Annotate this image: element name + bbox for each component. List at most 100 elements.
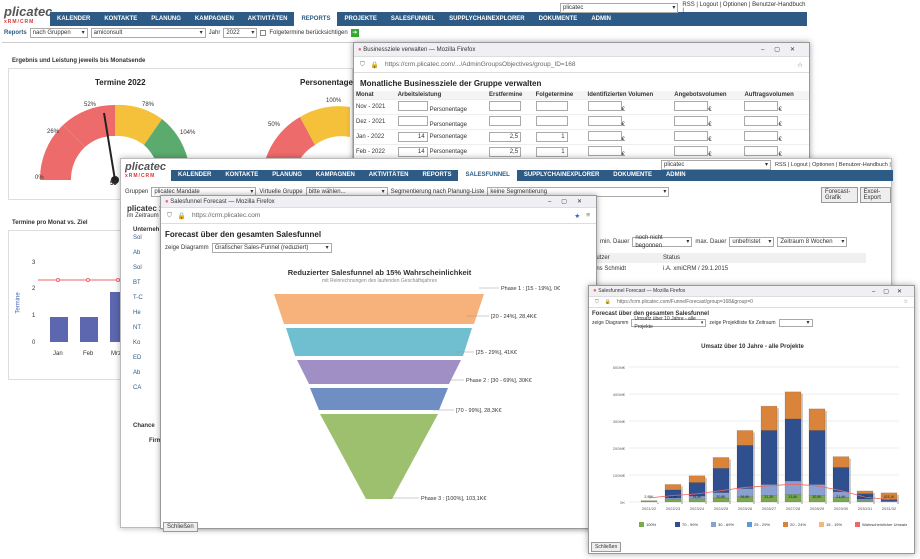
company-list-item[interactable]: Ab <box>133 370 163 385</box>
star-icon[interactable]: ★ <box>574 212 580 220</box>
nav-tab-admin[interactable]: ADMIN <box>584 12 618 26</box>
volume-input[interactable] <box>674 116 709 126</box>
diag-select[interactable]: Grafischer Sales-Funnel (reduziert) ▾ <box>211 243 332 253</box>
volume-input[interactable] <box>744 116 779 126</box>
bar-segment <box>832 456 850 468</box>
excel-export-button[interactable]: Excel-Export <box>859 187 891 203</box>
nav-tab-aktivitäten[interactable]: AKTIVITÄTEN <box>362 170 416 181</box>
url-bar[interactable]: ⛉ 🔒 https://crm.plicatec.com ★ ≡ <box>161 208 596 224</box>
volume-input[interactable] <box>674 131 709 141</box>
company-list-item[interactable]: T-C <box>133 295 163 310</box>
company-list-item[interactable]: Sol <box>133 235 163 250</box>
termine-input[interactable] <box>535 116 568 126</box>
client-select[interactable]: amiconsult ▾ <box>90 28 206 38</box>
bar-value-label: 2,95K <box>644 495 654 499</box>
company-list-item[interactable]: He <box>133 310 163 325</box>
company-list-item[interactable]: BT <box>133 280 163 295</box>
group-select[interactable]: nach Gruppen ▾ <box>29 28 88 38</box>
sf-user-links[interactable]: RSS | Logout | Optionen | Benutzer-Handb… <box>775 162 891 168</box>
nav-tab-supplychainexplorer[interactable]: SUPPLYCHAINEXPLORER <box>442 12 531 26</box>
y-axis-label: Termine <box>15 292 22 314</box>
user-links[interactable]: RSS | Logout | Optionen | Benutzer-Handb… <box>682 2 807 14</box>
main-nav: KALENDER KONTAKTE PLANUNG KAMPAGNEN AKTIVITÄ… <box>50 12 807 26</box>
nav-tab-dokumente[interactable]: DOKUMENTE <box>532 12 585 26</box>
biz-cell: 2,5 <box>487 145 534 160</box>
period-select[interactable]: ▾ <box>778 319 813 327</box>
nav-tab-projekte[interactable]: PROJEKTE <box>337 12 383 26</box>
biz-cell: € <box>586 115 673 130</box>
close-button[interactable]: Schließen <box>163 522 198 532</box>
star-icon[interactable]: ☆ <box>797 61 803 69</box>
euro-label: € <box>708 137 712 143</box>
company-list-item[interactable]: ED <box>133 355 163 370</box>
nav-tab-admin[interactable]: ADMIN <box>659 170 693 181</box>
period-select[interactable]: Zeitraum 8 Wochen ▾ <box>777 237 848 247</box>
sf-right-row[interactable]: ens Schmidt i.A. xmiCRM / 29.1.2015 <box>591 264 866 274</box>
nav-tab-planung[interactable]: PLANUNG <box>265 170 309 181</box>
termine-input[interactable]: 2,5 <box>489 132 522 142</box>
nav-tab-kalender[interactable]: KALENDER <box>50 12 97 26</box>
nav-tab-salesfunnel[interactable]: SALESFUNNEL <box>458 170 517 181</box>
nav-tab-kontakte[interactable]: KONTAKTE <box>218 170 265 181</box>
arbeitsleistung-input[interactable] <box>397 101 428 111</box>
nav-tab-planung[interactable]: PLANUNG <box>144 12 188 26</box>
termine-input[interactable]: 2,5 <box>489 147 522 157</box>
sf-user-select[interactable]: plicatec ▾ <box>661 160 771 170</box>
nav-tab-kampagnen[interactable]: KAMPAGNEN <box>188 12 241 26</box>
nav-tab-salesfunnel[interactable]: SALESFUNNEL <box>384 12 442 26</box>
row-status: i.A. xmiCRM / 29.1.2015 <box>663 266 729 272</box>
termine-input[interactable] <box>535 101 568 111</box>
nav-tab-reports[interactable]: REPORTS <box>415 170 458 181</box>
window-controls[interactable]: –▢✕ <box>548 198 592 205</box>
company-list-item[interactable]: Ab <box>133 250 163 265</box>
followups-checkbox[interactable] <box>260 30 267 36</box>
nav-tab-reports[interactable]: REPORTS <box>294 12 338 26</box>
volume-input[interactable] <box>674 146 709 156</box>
bar-value-label: 30,5K <box>812 495 822 499</box>
menu-icon[interactable]: ≡ <box>586 212 590 219</box>
user-select[interactable]: plicatec ▾ <box>560 3 679 13</box>
diag-row: zeige Diagramm Grafischer Sales-Funnel (… <box>161 241 596 255</box>
window-controls[interactable]: –▢✕ <box>872 288 910 295</box>
bar-segment <box>664 499 682 503</box>
url-bar[interactable]: ⛉ 🔒 https://crm.plicatec.com/.../AdminGro… <box>354 57 809 73</box>
volume-input[interactable] <box>744 131 779 141</box>
nav-tab-kampagnen[interactable]: KAMPAGNEN <box>309 170 362 181</box>
termine-input[interactable] <box>489 101 522 111</box>
status-select[interactable]: noch nicht begonnen ▾ <box>632 235 693 249</box>
company-list-item[interactable]: NT <box>133 325 163 340</box>
volume-input[interactable] <box>674 101 709 111</box>
nav-tab-aktivitäten[interactable]: AKTIVITÄTEN <box>241 12 295 26</box>
company-list-item[interactable]: Sol <box>133 265 163 280</box>
termine-input[interactable] <box>489 116 522 126</box>
url-bar[interactable]: ⛉ 🔒 https://crm.plicatec.com/FunnelForeca… <box>589 297 914 308</box>
volume-input[interactable] <box>587 116 622 126</box>
termine-input[interactable]: 1 <box>535 132 568 142</box>
arbeitsleistung-input[interactable]: 14 <box>397 132 428 142</box>
volume-input[interactable] <box>587 101 622 111</box>
diag-select[interactable]: Umsatz über 10 Jahre - alle Projekte ▾ <box>631 316 707 330</box>
star-icon[interactable]: ☆ <box>904 299 908 305</box>
nav-tab-dokumente[interactable]: DOKUMENTE <box>606 170 659 181</box>
nav-tab-kalender[interactable]: KALENDER <box>171 170 218 181</box>
company-list-item[interactable]: Ko <box>133 340 163 355</box>
volume-input[interactable] <box>744 146 779 156</box>
forecast-graphic-button[interactable]: Forecast-Grafik <box>821 187 858 203</box>
arbeitsleistung-input[interactable] <box>397 116 428 126</box>
volume-input[interactable] <box>587 131 622 141</box>
bar-value-label: 20,8K <box>716 495 726 499</box>
window-controls[interactable]: –▢✕ <box>761 46 805 53</box>
nav-tab-kontakte[interactable]: KONTAKTE <box>97 12 144 26</box>
max-select[interactable]: unbefristet ▾ <box>729 237 775 247</box>
bar-shadow <box>873 502 875 504</box>
nav-tab-supplychainexplorer[interactable]: SUPPLYCHAINEXPLORER <box>517 170 606 181</box>
volume-input[interactable] <box>744 101 779 111</box>
termine-input[interactable]: 1 <box>535 147 568 157</box>
bar-shadow <box>681 499 683 502</box>
arbeitsleistung-input[interactable]: 14 <box>397 147 428 157</box>
close-button[interactable]: Schließen <box>591 542 622 552</box>
company-list-item[interactable]: CA <box>133 385 163 400</box>
go-button[interactable]: ➔ <box>350 29 359 37</box>
year-select[interactable]: 2022 ▾ <box>223 28 258 38</box>
volume-input[interactable] <box>587 146 622 156</box>
